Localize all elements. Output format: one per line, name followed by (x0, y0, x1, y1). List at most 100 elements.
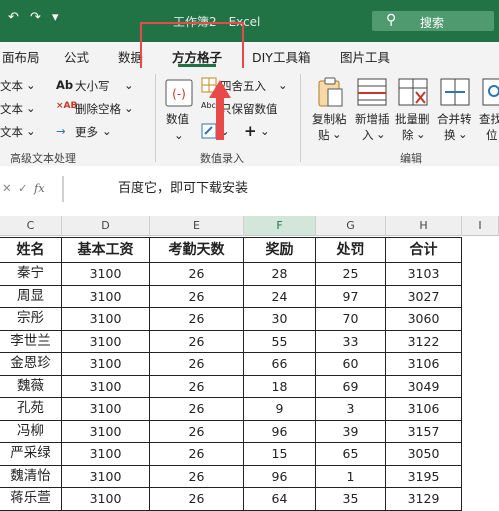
tab-diy-toolbox[interactable]: DIY工具箱 (252, 47, 310, 66)
plus-icon[interactable]: + (244, 122, 257, 140)
cell-bonus[interactable]: 15 (244, 443, 316, 466)
customize-qat-icon[interactable]: ▾ (52, 10, 59, 25)
column-header-f[interactable]: F (244, 216, 316, 236)
cell-name[interactable]: 周显 (0, 285, 62, 308)
cell-attendance[interactable]: 26 (150, 398, 244, 421)
cell-penalty[interactable]: 97 (316, 285, 386, 308)
cell-total[interactable]: 3106 (386, 398, 462, 421)
cell-base-salary[interactable]: 3100 (62, 308, 150, 331)
cell-total[interactable]: 3049 (386, 375, 462, 398)
cell-base-salary[interactable]: 3100 (62, 465, 150, 488)
cell-base-salary[interactable]: 3100 (62, 420, 150, 443)
batch-delete-button[interactable]: 批量删 (395, 111, 430, 127)
cell-bonus[interactable]: 96 (244, 465, 316, 488)
cell-penalty[interactable]: 25 (316, 263, 386, 286)
cell-bonus[interactable]: 9 (244, 398, 316, 421)
cell-attendance[interactable]: 26 (150, 330, 244, 353)
cell-bonus[interactable]: 55 (244, 330, 316, 353)
cell-base-salary[interactable]: 3100 (62, 398, 150, 421)
undo-icon[interactable]: ↶ (8, 10, 19, 25)
header-name[interactable]: 姓名 (0, 237, 62, 263)
search-box[interactable]: ⚲ 搜索 (372, 11, 494, 31)
ribbon-text-2[interactable]: 文本 (0, 101, 23, 117)
header-total[interactable]: 合计 (386, 237, 462, 263)
cell-name[interactable]: 秦宁 (0, 263, 62, 286)
cell-name[interactable]: 宗彤 (0, 308, 62, 331)
cell-base-salary[interactable]: 3100 (62, 285, 150, 308)
redo-icon[interactable]: ↷ (30, 10, 41, 25)
merge-convert-button[interactable]: 合并转 (437, 111, 472, 127)
header-bonus[interactable]: 奖励 (244, 237, 316, 263)
cell-attendance[interactable]: 26 (150, 488, 244, 511)
copy-paste-button[interactable]: 复制粘 (312, 111, 347, 127)
cell-penalty[interactable]: 35 (316, 488, 386, 511)
header-base-salary[interactable]: 基本工资 (62, 237, 150, 263)
more-button[interactable]: 更多 (75, 124, 98, 140)
cell-base-salary[interactable]: 3100 (62, 353, 150, 376)
cell-base-salary[interactable]: 3100 (62, 375, 150, 398)
cell-name[interactable]: 冯柳 (0, 420, 62, 443)
cell-penalty[interactable]: 1 (316, 465, 386, 488)
column-header-i[interactable]: I (462, 216, 499, 236)
cell-total[interactable]: 3195 (386, 465, 462, 488)
cell-base-salary[interactable]: 3100 (62, 443, 150, 466)
numeric-button[interactable]: 数值 (166, 111, 189, 127)
cell-attendance[interactable]: 26 (150, 285, 244, 308)
cell-penalty[interactable]: 60 (316, 353, 386, 376)
cell-attendance[interactable]: 26 (150, 465, 244, 488)
cell-attendance[interactable]: 26 (150, 375, 244, 398)
formula-input[interactable]: 百度它，即可下载安装 (118, 177, 248, 196)
tab-page-layout[interactable]: 面布局 (2, 47, 40, 66)
cell-total[interactable]: 3027 (386, 285, 462, 308)
ribbon-text-1[interactable]: 文本 (0, 78, 23, 94)
cell-name[interactable]: 李世兰 (0, 330, 62, 353)
cell-penalty[interactable]: 65 (316, 443, 386, 466)
column-header-e[interactable]: E (150, 216, 244, 236)
tab-formulas[interactable]: 公式 (64, 47, 89, 66)
confirm-icon[interactable]: ✓ (18, 181, 28, 195)
cell-bonus[interactable]: 28 (244, 263, 316, 286)
insert-new-button[interactable]: 新增插 (355, 111, 390, 127)
tab-picture-tools[interactable]: 图片工具 (340, 47, 390, 66)
header-attendance[interactable]: 考勤天数 (150, 237, 244, 263)
cell-name[interactable]: 孔苑 (0, 398, 62, 421)
cell-total[interactable]: 3103 (386, 263, 462, 286)
cell-name[interactable]: 魏清怡 (0, 465, 62, 488)
cell-total[interactable]: 3106 (386, 353, 462, 376)
cell-total[interactable]: 3060 (386, 308, 462, 331)
cell-attendance[interactable]: 26 (150, 353, 244, 376)
cell-bonus[interactable]: 30 (244, 308, 316, 331)
header-penalty[interactable]: 处罚 (316, 237, 386, 263)
cell-bonus[interactable]: 24 (244, 285, 316, 308)
cell-attendance[interactable]: 26 (150, 308, 244, 331)
delete-space-button[interactable]: 删除空格 (75, 101, 121, 117)
case-button[interactable]: 大小写 (75, 78, 110, 94)
cell-name[interactable]: 金恩珍 (0, 353, 62, 376)
cell-total[interactable]: 3050 (386, 443, 462, 466)
cell-total[interactable]: 3157 (386, 420, 462, 443)
ribbon-text-3[interactable]: 文本 (0, 124, 23, 140)
fx-icon[interactable]: fx (34, 181, 45, 195)
cell-penalty[interactable]: 3 (316, 398, 386, 421)
cell-name[interactable]: 蒋乐萱 (0, 488, 62, 511)
cell-base-salary[interactable]: 3100 (62, 488, 150, 511)
cell-total[interactable]: 3122 (386, 330, 462, 353)
cancel-icon[interactable]: ✕ (2, 181, 12, 195)
cell-penalty[interactable]: 33 (316, 330, 386, 353)
cell-base-salary[interactable]: 3100 (62, 330, 150, 353)
column-header-d[interactable]: D (62, 216, 150, 236)
cell-name[interactable]: 严采绿 (0, 443, 62, 466)
cell-attendance[interactable]: 26 (150, 420, 244, 443)
cell-penalty[interactable]: 69 (316, 375, 386, 398)
cell-bonus[interactable]: 66 (244, 353, 316, 376)
cell-penalty[interactable]: 70 (316, 308, 386, 331)
cell-penalty[interactable]: 39 (316, 420, 386, 443)
find-locate-button[interactable]: 查找 (479, 111, 499, 127)
cell-bonus[interactable]: 96 (244, 420, 316, 443)
cell-bonus[interactable]: 18 (244, 375, 316, 398)
cell-base-salary[interactable]: 3100 (62, 263, 150, 286)
column-header-c[interactable]: C (0, 216, 62, 236)
cell-bonus[interactable]: 64 (244, 488, 316, 511)
cell-attendance[interactable]: 26 (150, 263, 244, 286)
cell-name[interactable]: 魏薇 (0, 375, 62, 398)
